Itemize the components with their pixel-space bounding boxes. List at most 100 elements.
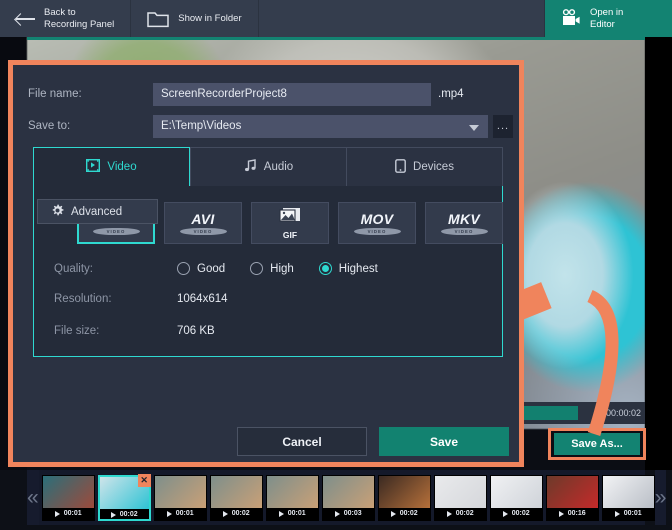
open-in-editor-label: Open in Editor	[590, 7, 624, 30]
format-mov-button[interactable]: MOV VIDEO	[338, 202, 416, 244]
preview-right-letterbox	[645, 37, 672, 500]
radio-icon-good	[177, 262, 190, 275]
format-avi-button[interactable]: AVI VIDEO	[164, 202, 242, 244]
browse-folder-button[interactable]: ...	[493, 114, 513, 138]
tab-video[interactable]: Video	[33, 147, 190, 187]
clip-footer: 00:02	[379, 508, 430, 520]
video-preview-top-accent	[27, 37, 645, 40]
file-size-value: 706 KB	[177, 325, 215, 337]
scroll-left-button[interactable]: «	[27, 470, 39, 525]
clip-thumbnail[interactable]: 00:02	[433, 474, 487, 521]
tab-video-label: Video	[107, 161, 137, 173]
show-in-folder-label: Show in Folder	[178, 12, 242, 24]
clip-thumbnail[interactable]: 00:16	[545, 474, 599, 521]
play-icon	[558, 510, 564, 517]
phone-icon	[395, 158, 406, 176]
play-icon	[110, 511, 116, 518]
clip-preview-image	[490, 475, 542, 508]
file-name-row: File name: .mp4	[28, 81, 519, 107]
clip-duration: 00:02	[511, 510, 530, 517]
advanced-button[interactable]: Advanced	[37, 199, 158, 224]
resolution-label: Resolution:	[54, 293, 112, 305]
back-button-label: Back to Recording Panel	[44, 7, 115, 30]
play-icon	[502, 510, 508, 517]
save-to-dropdown[interactable]: E:\Temp\Videos	[153, 114, 488, 138]
save-to-value: E:\Temp\Videos	[161, 119, 242, 132]
play-icon	[334, 510, 340, 517]
clip-thumbnail[interactable]: 00:01	[153, 474, 207, 521]
save-to-label: Save to:	[28, 120, 71, 132]
clip-thumbnail[interactable]: 00:02 ✕	[97, 473, 151, 521]
file-name-input[interactable]	[153, 82, 431, 106]
file-extension-label: .mp4	[438, 88, 464, 100]
format-avi-badge: VIDEO	[179, 228, 227, 235]
chevron-down-icon	[469, 124, 479, 131]
back-to-recording-panel-button[interactable]: Back to Recording Panel	[0, 0, 132, 37]
format-avi-label: AVI	[191, 211, 215, 227]
clip-preview-image	[322, 475, 374, 508]
clip-footer: 00:16	[547, 508, 598, 520]
clip-footer: 00:03	[323, 508, 374, 520]
clip-duration: 00:01	[623, 510, 642, 517]
clip-thumbnail[interactable]: 00:01	[601, 474, 655, 521]
clip-duration: 00:16	[567, 510, 586, 517]
folder-icon	[147, 10, 169, 28]
file-size-label: File size:	[54, 325, 100, 337]
format-mkv-label: MKV	[447, 211, 480, 227]
clip-thumbnail[interactable]: 00:03	[321, 474, 375, 521]
play-icon	[222, 510, 228, 517]
file-size-row: File size: 706 KB	[54, 325, 215, 337]
clip-duration: 00:01	[287, 510, 306, 517]
clip-thumbnail[interactable]: 00:02	[489, 474, 543, 521]
save-as-button[interactable]: Save As...	[554, 433, 640, 455]
open-in-editor-button[interactable]: Open in Editor	[545, 0, 672, 37]
quality-label: Quality:	[54, 262, 93, 275]
save-button[interactable]: Save	[379, 427, 509, 456]
quality-option-highest[interactable]: Highest	[318, 262, 378, 275]
quality-option-good[interactable]: Good	[177, 262, 225, 275]
film-icon	[86, 158, 101, 175]
quality-highest-label: Highest	[338, 262, 378, 275]
save-settings-dialog: File name: .mp4 Save to: E:\Temp\Videos …	[13, 65, 519, 462]
clip-footer: 00:02	[435, 508, 486, 520]
play-icon	[54, 510, 60, 517]
top-toolbar: Back to Recording Panel Show in Folder O…	[0, 0, 672, 37]
clip-footer: 00:01	[603, 508, 654, 520]
clip-thumbnail[interactable]: 00:02	[377, 474, 431, 521]
show-in-folder-button[interactable]: Show in Folder	[131, 0, 259, 37]
clip-footer: 00:01	[267, 508, 318, 520]
arrow-left-icon	[16, 13, 35, 25]
close-icon[interactable]: ✕	[137, 473, 151, 487]
toolbar-spacer	[259, 0, 545, 37]
quality-option-high[interactable]: High	[250, 262, 294, 275]
clip-preview-image	[42, 475, 94, 508]
clip-strip-inner: « 00:01 00:02 ✕ 00:01 00:02 00:01 00:03 00:02 00…	[27, 470, 667, 525]
radio-icon-highest	[318, 262, 332, 275]
scroll-right-button[interactable]: »	[654, 470, 667, 525]
clip-preview-image	[378, 475, 430, 508]
tab-devices[interactable]: Devices	[346, 147, 503, 187]
format-mp4-badge: VIDEO	[92, 228, 140, 235]
picture-icon	[279, 207, 301, 229]
quality-high-label: High	[270, 262, 294, 275]
tab-audio[interactable]: Audio	[190, 147, 346, 187]
save-to-row: Save to: E:\Temp\Videos ...	[28, 113, 519, 139]
clip-duration: 00:02	[231, 510, 250, 517]
movie-camera-icon	[561, 9, 581, 28]
clip-footer: 00:02	[491, 508, 542, 520]
clip-thumbnail[interactable]: 00:02	[209, 474, 263, 521]
clip-duration: 00:01	[63, 510, 82, 517]
format-gif-label: GIF	[282, 229, 298, 240]
clip-duration: 00:02	[119, 511, 138, 518]
clip-preview-image	[266, 475, 318, 508]
quality-good-label: Good	[197, 262, 226, 275]
tab-devices-label: Devices	[413, 161, 454, 173]
clip-thumbnail[interactable]: 00:01	[41, 474, 95, 521]
clip-thumbnail[interactable]: 00:01	[265, 474, 319, 521]
cancel-button[interactable]: Cancel	[237, 427, 367, 456]
clip-footer: 00:02	[211, 508, 262, 520]
format-gif-button[interactable]: GIF	[251, 202, 329, 244]
format-mkv-button[interactable]: MKV VIDEO	[425, 202, 503, 244]
format-mov-badge: VIDEO	[353, 228, 401, 235]
clip-preview-image	[434, 475, 486, 508]
